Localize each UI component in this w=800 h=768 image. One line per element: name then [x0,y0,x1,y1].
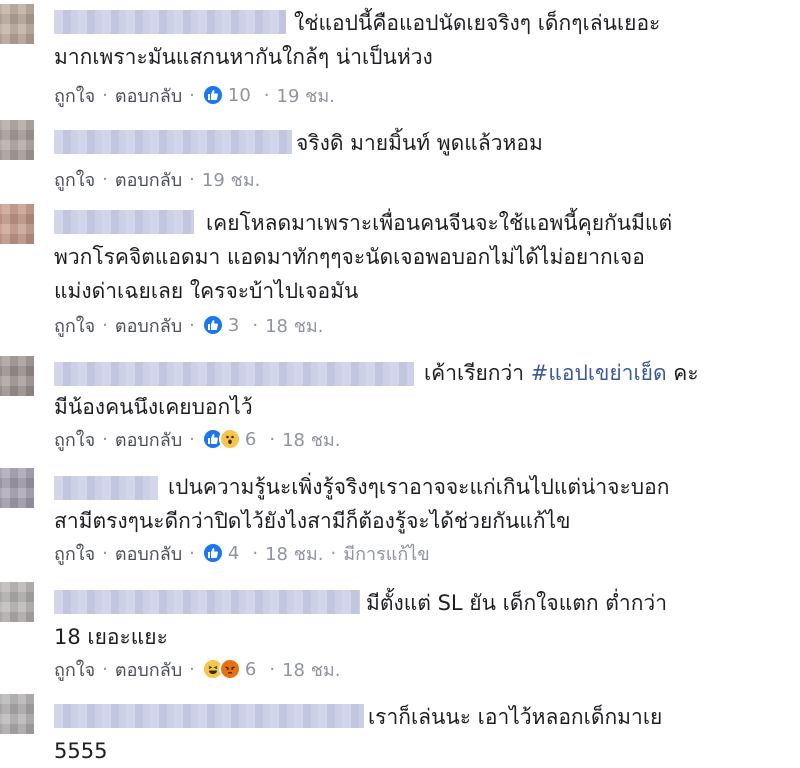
separator: · [102,542,108,564]
reaction-count: 6 [244,658,257,680]
separator: · [189,314,195,336]
like-icon [201,542,224,564]
separator: · [189,658,195,680]
reply-button[interactable]: ตอบกลับ [115,655,182,684]
comment-text-line: สามีตรงๆนะดีกว่าปิดไว้ยังไงสามีก็ต้องรู้… [54,509,571,533]
comment-text: เค้าเรียกว่า #แอปเขย่าเย็ด คะ มีน้องคนนึ… [54,356,754,424]
reactions-summary[interactable]: 6 [201,428,257,450]
comment-actions: ถูกใจ · ตอบกลับ · 3 · 18 ชม. [54,314,324,337]
timestamp[interactable]: 18 ชม. [265,539,323,568]
edited-label[interactable]: มีการแก้ไข [343,539,429,568]
like-icon [201,314,224,336]
separator: · [269,658,276,680]
avatar[interactable] [0,120,34,160]
timestamp[interactable]: 18 ชม. [282,425,340,454]
angry-icon [218,658,241,680]
comment-text-line: เราก็เล่นนะ เอาไว้หลอกเด็กมาเย [368,705,663,729]
comment-text-line: เค้าเรียกว่า [424,361,531,385]
separator: · [252,542,259,564]
timestamp[interactable]: 19 ชม. [277,81,335,110]
separator: · [102,84,108,106]
reply-button[interactable]: ตอบกลับ [115,165,182,194]
avatar[interactable] [0,582,34,622]
reaction-count: 3 [227,314,240,336]
comment-text: เคยโหลดมาเพราะเพื่อนคนจีนจะใช้แอพนี้คุยก… [54,206,754,308]
comment-text-line: 5555 [54,739,108,763]
comment-text-line: แม่งด่าเฉยเลย ใครจะบ้าไปเจอมัน [54,279,359,303]
comment-text-line: คะ [666,361,699,385]
comment-text-line: เคยโหลดมาเพราะเพื่อนคนจีนจะใช้แอพนี้คุยก… [206,211,673,235]
reactions-summary[interactable]: 10 [201,84,251,106]
like-button[interactable]: ถูกใจ [54,655,95,684]
avatar[interactable] [0,356,34,396]
timestamp[interactable]: 18 ชม. [282,655,340,684]
separator: · [263,84,270,106]
reactions-summary[interactable]: 4 [201,542,240,564]
hashtag-link[interactable]: #แอปเขย่าเย็ด [531,361,667,385]
comment-actions: ถูกใจ · ตอบกลับ · 4 · 18 ชม. · มีการแก้ไ… [54,542,430,565]
separator: · [189,168,195,190]
separator: · [189,428,195,450]
separator: · [189,542,195,564]
reaction-count: 4 [227,542,240,564]
reply-button[interactable]: ตอบกลับ [115,539,182,568]
avatar[interactable] [0,468,34,508]
timestamp[interactable]: 18 ชม. [265,311,323,340]
comment-text: ใช่แอปนี้คือแอปนัดเยจริงๆ เด็กๆเล่นเยอะ … [54,6,754,74]
wow-icon [218,428,241,450]
comment-text-line: เปนความรู้นะเพิ่งรู้จริงๆเราอาจจะแก่เกิน… [168,475,670,499]
comment-actions: ถูกใจ · ตอบกลับ · 19 ชม. [54,168,260,191]
comment-text: จริงดิ มายมิ้นท์ พูดแล้วหอม [54,126,754,160]
separator: · [102,658,108,680]
comment-text-line: 18 เยอะแยะ [54,625,168,649]
separator: · [102,168,108,190]
comment-actions: ถูกใจ · ตอบกลับ · 6 · 18 ชม. [54,428,341,451]
comment-text: มีตั้งแต่ SL ยัน เด็กใจแตก ต่ำกว่า 18 เย… [54,586,754,654]
separator: · [102,428,108,450]
comment-actions: ถูกใจ · ตอบกลับ · 10 · 19 ชม. [54,84,335,107]
reactions-summary[interactable]: 3 [201,314,240,336]
timestamp[interactable]: 19 ชม. [202,165,260,194]
comment-text: เราก็เล่นนะ เอาไว้หลอกเด็กมาเย 5555 [54,700,754,768]
like-button[interactable]: ถูกใจ [54,81,95,110]
like-button[interactable]: ถูกใจ [54,539,95,568]
separator: · [189,84,195,106]
comment-text-line: จริงดิ มายมิ้นท์ พูดแล้วหอม [296,131,543,155]
separator: · [102,314,108,336]
reply-button[interactable]: ตอบกลับ [115,311,182,340]
like-icon [201,84,224,106]
reply-button[interactable]: ตอบกลับ [115,425,182,454]
reaction-count: 10 [227,84,251,106]
comment-actions: ถูกใจ · ตอบกลับ · 6 · 18 ชม. [54,658,341,681]
reply-button[interactable]: ตอบกลับ [115,81,182,110]
avatar[interactable] [0,204,34,244]
comment-text: เปนความรู้นะเพิ่งรู้จริงๆเราอาจจะแก่เกิน… [54,470,754,538]
like-button[interactable]: ถูกใจ [54,425,95,454]
comment-text-line: ใช่แอปนี้คือแอปนัดเยจริงๆ เด็กๆเล่นเยอะ [294,11,661,35]
separator: · [269,428,276,450]
comment-text-line: มีตั้งแต่ SL ยัน เด็กใจแตก ต่ำกว่า [366,591,668,615]
like-button[interactable]: ถูกใจ [54,165,95,194]
separator: · [330,542,337,564]
avatar[interactable] [0,4,34,44]
separator: · [252,314,259,336]
avatar[interactable] [0,694,34,734]
comment-text-line: มากเพราะมันแสกนหากันใกล้ๆ น่าเป็นห่วง [54,45,433,69]
like-button[interactable]: ถูกใจ [54,311,95,340]
comment-text-line: มีน้องคนนึงเคยบอกไว้ [54,395,253,419]
reactions-summary[interactable]: 6 [201,658,257,680]
comment-text-line: พวกโรคจิตแอดมา แอดมาทักๆๆจะนัดเจอพอบอกไม… [54,245,645,269]
comment-list: ใช่แอปนี้คือแอปนัดเยจริงๆ เด็กๆเล่นเยอะ … [0,0,800,763]
reaction-count: 6 [244,428,257,450]
